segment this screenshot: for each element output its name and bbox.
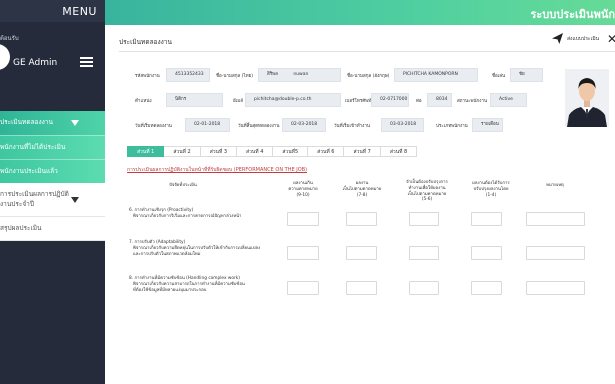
criteria-column-header: ปัจจัยที่ประเมิน: [169, 183, 197, 188]
probation-start-field[interactable]: 02-01-2018: [185, 118, 230, 132]
section-tabs: ส่วนที่ 1 ส่วนที่ 2 ส่วนที่ 3 ส่วนที่ 4 …: [127, 146, 418, 157]
page-title: ประเมินทดลองงาน: [119, 38, 172, 46]
position-label: ตำแหน่ง: [135, 99, 152, 104]
chevron-down-icon: [71, 196, 79, 203]
tab-section-1[interactable]: ส่วนที่ 1: [127, 146, 165, 157]
name-th-field[interactable]: สิริพล nuwan: [258, 68, 341, 82]
name-th-label: ชื่อ-นามสกุล (ไทย): [216, 74, 253, 79]
sidebar-item-label: ประเมินทดลองงาน: [0, 118, 53, 127]
score-5-6-column-header: จำเป็นต้องปรับปรุงการ ทำงานเพื่อให้ผลงาน…: [406, 180, 448, 203]
score-input-1-4[interactable]: [471, 246, 502, 260]
tab-section-6[interactable]: ส่วนที่ 6: [308, 146, 345, 157]
sidebar: MENU ต้อนรับ GE Admin ประเมินทดลองงาน พน…: [0, 0, 105, 384]
score-input-1-4[interactable]: [471, 212, 502, 226]
hamburger-menu-icon[interactable]: [80, 57, 93, 67]
criterion-7: 7. การปรับตัว (Adaptability) พิจารณาเกี่…: [129, 240, 279, 257]
sidebar-item-summary[interactable]: สรุปผลประเมิน: [0, 217, 105, 241]
probation-end-field[interactable]: 02-03-2018: [282, 118, 326, 132]
score-input-7-8[interactable]: [346, 281, 377, 295]
probation-end-label: วันที่สิ้นสุดทดลองงาน: [238, 124, 280, 129]
sidebar-nav: ประเมินทดลองงาน พนักงานที่ไม่ได้ประเมิน …: [0, 111, 105, 241]
ext-label: ต่อ: [416, 99, 422, 104]
start-date-field[interactable]: 03-03-2018: [381, 118, 424, 132]
nickname-label: ชื่อเล่น: [492, 74, 506, 79]
tab-section-4[interactable]: ส่วนที่ 4: [237, 146, 274, 157]
name-en-label: ชื่อ-นามสกุล (อังกฤษ): [347, 74, 390, 79]
status-field[interactable]: Active: [490, 93, 527, 107]
send-evaluation-button[interactable]: ส่งแบบประเมิน: [552, 33, 599, 44]
sidebar-menu-bar: MENU: [0, 0, 105, 22]
score-input-5-6[interactable]: [409, 246, 439, 260]
tab-section-8[interactable]: ส่วนที่ 8: [380, 146, 418, 157]
remark-input[interactable]: [526, 281, 585, 295]
score-9-10-column-header: ผลงานเกิน ความคาดหมาย (9-10): [288, 181, 318, 198]
tab-section-7[interactable]: ส่วนที่ 7: [344, 146, 381, 157]
sidebar-item-label: พนักงานที่ไม่ได้ประเมิน: [0, 142, 66, 151]
email-label: อีเมล์: [233, 99, 243, 104]
remark-input[interactable]: [526, 246, 585, 260]
employee-id-field[interactable]: 4513352433: [166, 68, 210, 82]
criterion-desc: พิจารณาเกี่ยวกับความยืดหยุ่นในการปรับตัว…: [133, 245, 261, 257]
criterion-8: 8. การทำงานที่มีความซับซ้อน (Handling co…: [129, 276, 279, 293]
emp-type-field[interactable]: รายเดือน: [472, 118, 503, 132]
tab-section-3[interactable]: ส่วนที่ 3: [200, 146, 238, 157]
app-title: ระบบประเมินพนัก: [530, 8, 615, 21]
score-input-9-10[interactable]: [287, 281, 319, 295]
ext-field[interactable]: 8034: [427, 93, 452, 107]
main-content: ประเมินทดลองงาน ส่งแบบประเมิน ✕ รหัสพนัก…: [105, 25, 615, 384]
sidebar-item-annual-evaluation[interactable]: การประเมินผลการปฏิบัติงานประจำปี: [0, 183, 105, 217]
start-date-label: วันที่เริ่มเข้าทำงาน: [334, 124, 370, 129]
sidebar-item-not-evaluated[interactable]: พนักงานที่ไม่ได้ประเมิน: [0, 135, 105, 159]
remark-input[interactable]: [526, 212, 585, 226]
sidebar-item-evaluated[interactable]: พนักงานประเมินแล้ว: [0, 159, 105, 183]
score-input-9-10[interactable]: [287, 246, 319, 260]
score-input-7-8[interactable]: [346, 246, 377, 260]
employee-id-label: รหัสพนักงาน: [135, 74, 160, 79]
employee-photo: [565, 69, 609, 127]
status-label: สถานะพนักงาน: [457, 99, 488, 104]
score-input-5-6[interactable]: [409, 212, 439, 226]
name-en-field[interactable]: PICHITCHA KAMONPORN: [394, 68, 478, 82]
name-th-value: nuwan: [293, 72, 309, 77]
performance-section-link[interactable]: การประเมินผลการปฏิบัติงานในหน้าที่ที่รับ…: [127, 166, 307, 174]
sidebar-item-probation-evaluation[interactable]: ประเมินทดลองงาน: [0, 111, 105, 135]
score-input-7-8[interactable]: [346, 212, 377, 226]
probation-start-label: วันที่เริ่มทดลองงาน: [135, 124, 172, 129]
tab-section-5[interactable]: ส่วนที่5: [273, 146, 309, 157]
score-input-1-4[interactable]: [471, 281, 502, 295]
remark-column-header: หมายเหตุ: [546, 183, 564, 188]
position-field[interactable]: นิติกร: [166, 93, 223, 107]
sidebar-item-label: พนักงานประเมินแล้ว: [0, 166, 58, 175]
send-icon: [552, 33, 563, 44]
score-1-4-column-header: ผลงานต้องได้รับการ ปรับปรุงผลงานโดย (1-4…: [472, 181, 510, 198]
score-7-8-column-header: ผลงาน เป็นไปตามคาดหมาย (7-8): [342, 181, 382, 198]
menu-title: MENU: [62, 5, 97, 18]
email-field[interactable]: pichitcha@double-p.co.th: [245, 93, 341, 107]
sidebar-item-label: สรุปผลประเมิน: [0, 223, 42, 232]
top-header: ระบบประเมินพนัก: [105, 0, 615, 25]
phone-label: เบอร์โทรศัพท์: [345, 99, 372, 104]
close-icon[interactable]: ✕: [607, 32, 615, 46]
nickname-field[interactable]: ชัย: [510, 68, 543, 82]
divider: [119, 51, 615, 52]
criterion-6: 6. การทำงานเชิงรุก (Proactivity) พิจารณา…: [129, 208, 279, 220]
criterion-desc: พิจารณาเกี่ยวกับการริเริ่มและการคาดการณ์…: [133, 213, 242, 219]
avatar: [0, 44, 10, 70]
welcome-text: ต้อนรับ: [0, 35, 19, 42]
score-input-5-6[interactable]: [409, 281, 439, 295]
chevron-down-icon: [71, 120, 79, 126]
send-label: ส่งแบบประเมิน: [567, 35, 600, 42]
tab-section-2[interactable]: ส่วนที่ 2: [164, 146, 201, 157]
sidebar-item-label: การประเมินผลการปฏิบัติงานประจำปี: [0, 190, 69, 208]
criterion-desc: พิจารณาเกี่ยวกับความสามารถในการทำงานที่ม…: [133, 281, 245, 293]
name-th-prefix: สิริพล: [267, 72, 278, 77]
user-name: GE Admin: [13, 58, 58, 68]
phone-field[interactable]: 02-0717000: [371, 93, 409, 107]
emp-type-label: ประเภทพนักงาน: [436, 124, 468, 129]
score-input-9-10[interactable]: [287, 212, 319, 226]
